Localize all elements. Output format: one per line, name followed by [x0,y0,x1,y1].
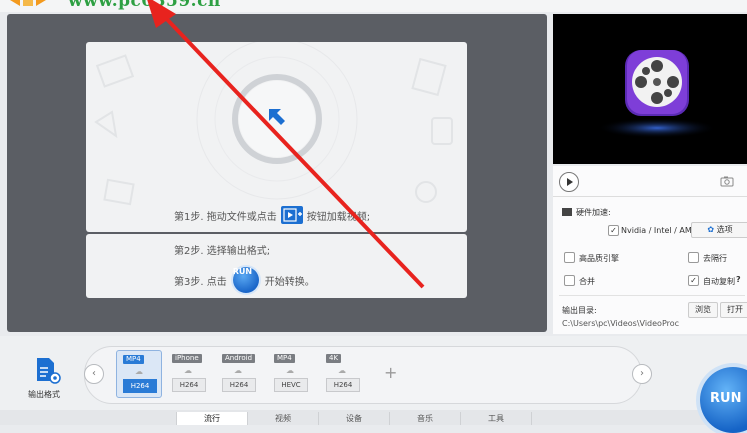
divider [559,295,745,296]
settings-label: 选项 [716,225,733,234]
format-codec: H264 [172,378,206,392]
format-codec: H264 [222,378,256,392]
open-button[interactable]: 打开 [720,302,747,318]
gear-icon: ✿ [707,225,715,234]
step-3: 第3步. 点击 RUN 开始转换。 [174,267,315,293]
format-codec: HEVC [274,378,308,392]
deinterlace-checkbox[interactable] [688,252,699,263]
output-format-button[interactable] [33,356,63,384]
tab-tools[interactable]: 工具 [460,412,532,425]
run-small-icon: RUN [232,267,259,293]
browse-button[interactable]: 浏览 [688,302,718,318]
format-top-label: iPhone [172,354,202,363]
watermark-text: www.pc0359.cn [68,0,221,11]
format-item[interactable]: MP4 ☁ HEVC [268,350,312,396]
step-3-prefix: 第3步. 点击 [174,276,227,288]
format-top-label: Android [222,354,256,363]
output-path: C:\Users\pc\Videos\VideoProc [562,319,680,328]
merge-label: 合并 [579,277,595,286]
video-preview [553,14,747,164]
play-icon [567,178,573,186]
play-button[interactable] [559,172,579,192]
quality-engine-checkbox[interactable] [564,252,575,263]
chip-icon [562,208,572,216]
film-icon: ☁ [184,366,192,375]
snapshot-button[interactable] [720,176,734,187]
output-format-label: 输出格式 [28,390,60,399]
step-1: 第1步. 拖动文件或点击 按钮加载视频; [174,206,370,224]
run-label: RUN [710,391,742,406]
quality-engine-label: 高品质引擎 [579,254,619,263]
format-top-label: MP4 [123,355,144,364]
videoproc-logo-icon [597,50,717,138]
app-logo-icon [10,0,46,6]
film-icon: ☁ [135,367,143,376]
format-item[interactable]: iPhone ☁ H264 [166,350,210,396]
film-icon: ☁ [234,366,242,375]
chevron-left-icon: ‹ [92,368,96,379]
format-top-label: 4K [326,354,342,363]
drag-arrow-icon [269,109,285,125]
tab-popular[interactable]: 流行 [176,412,247,425]
hw-accel-label: 硬件加速: [576,208,611,217]
format-item[interactable]: Android ☁ H264 [216,350,260,396]
camera-icon [720,176,734,187]
step-2: 第2步. 选择输出格式; [174,246,271,257]
merge-checkbox[interactable] [564,275,575,286]
options-panel: 硬件加速: ✓ Nvidia / Intel / AMD ✿ 选项 高品质引擎 … [553,197,747,334]
top-bar: www.pc0359.cn [0,0,747,12]
format-top-label: MP4 [274,354,295,363]
film-icon: ☁ [338,366,346,375]
nvidia-label: Nvidia / Intel / AMD [621,226,698,235]
drop-zone-decoration [94,42,453,206]
format-item[interactable]: MP4 ☁ H264 [116,350,162,398]
deinterlace-label: 去隔行 [703,254,727,263]
autocopy-label: 自动复制 [703,277,735,286]
format-codec: H264 [123,379,157,393]
autocopy-checkbox[interactable]: ✓ [688,275,699,286]
add-video-icon [283,208,302,222]
carousel-next-button[interactable]: › [632,364,652,384]
tab-video[interactable]: 视频 [247,412,318,425]
add-video-button[interactable] [280,206,303,224]
tab-music[interactable]: 音乐 [389,412,460,425]
film-icon: ☁ [286,366,294,375]
step-3-suffix: 开始转换。 [264,276,315,288]
output-format-icon [37,358,61,384]
add-format-button[interactable]: + [384,364,397,382]
chevron-right-icon: › [640,368,644,379]
step-1-prefix: 第1步. 拖动文件或点击 [174,211,277,223]
plus-icon: + [384,363,398,382]
tab-device[interactable]: 设备 [318,412,389,425]
playback-controls [553,166,747,197]
settings-button[interactable]: ✿ 选项 [691,222,747,238]
nvidia-checkbox[interactable]: ✓ [608,225,619,236]
format-item[interactable]: 4K ☁ H264 [320,350,364,396]
carousel-prev-button[interactable]: ‹ [84,364,104,384]
output-dir-label: 输出目录: [562,306,597,315]
step-1-suffix: 按钮加载视频; [306,211,371,223]
help-icon[interactable]: ? [736,275,741,284]
format-codec: H264 [326,378,360,392]
drop-zone[interactable] [86,42,467,232]
